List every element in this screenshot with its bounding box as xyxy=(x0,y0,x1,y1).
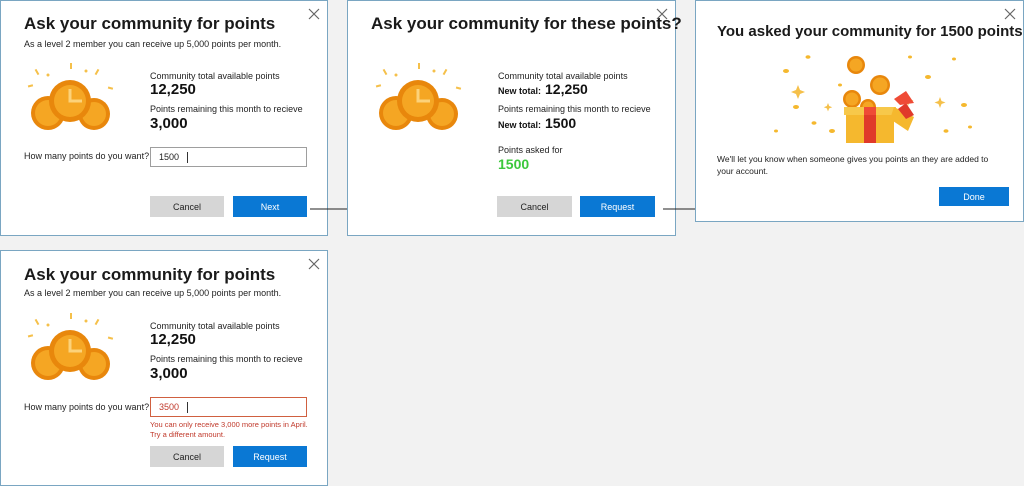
remaining-points-value: 1500 xyxy=(545,115,577,131)
points-input[interactable]: 3500 xyxy=(150,397,307,417)
coins-icon xyxy=(374,63,464,135)
ask-points-error-dialog: Ask your community for points As a level… xyxy=(0,250,328,486)
remaining-points-label: Points remaining this month to recieve xyxy=(498,104,651,114)
new-total-prefix: New total: xyxy=(498,86,542,96)
points-input-value: 1500 xyxy=(159,152,180,162)
ask-points-dialog: Ask your community for points As a level… xyxy=(0,0,328,236)
done-button[interactable]: Done xyxy=(939,187,1009,206)
total-points-value: 12,250 xyxy=(545,81,588,97)
points-asked-value: 1500 xyxy=(498,156,530,172)
dialog-title: Ask your community for points xyxy=(24,14,276,33)
next-button[interactable]: Next xyxy=(233,196,307,217)
request-button[interactable]: Request xyxy=(580,196,655,217)
points-input[interactable]: 1500 xyxy=(150,147,307,167)
points-requested-dialog: You asked your community for 1500 points xyxy=(695,0,1024,222)
dialog-title: Ask your community for these points? xyxy=(371,14,682,33)
request-button[interactable]: Request xyxy=(233,446,307,467)
close-icon[interactable] xyxy=(307,7,321,21)
error-message: You can only receive 3,000 more points i… xyxy=(150,420,308,439)
remaining-points-value: 3,000 xyxy=(150,115,188,132)
confirmation-message: We'll let you know when someone gives yo… xyxy=(717,154,989,176)
text-caret xyxy=(187,401,189,413)
gift-box-icon xyxy=(768,45,978,143)
dialog-title: Ask your community for points xyxy=(24,265,276,284)
total-points-label: Community total available points xyxy=(150,321,280,331)
dialog-subtitle: As a level 2 member you can receive up 5… xyxy=(24,39,282,49)
coins-icon xyxy=(26,313,116,385)
dialog-subtitle: As a level 2 member you can receive up 5… xyxy=(24,288,282,298)
cancel-button[interactable]: Cancel xyxy=(150,446,224,467)
remaining-points-label: Points remaining this month to recieve xyxy=(150,104,303,114)
points-input-value: 3500 xyxy=(159,402,180,412)
close-icon[interactable] xyxy=(307,257,321,271)
points-asked-label: Points asked for xyxy=(498,145,563,155)
total-points-value: 12,250 xyxy=(150,81,196,98)
close-icon[interactable] xyxy=(1003,7,1017,21)
remaining-points-label: Points remaining this month to recieve xyxy=(150,354,303,364)
total-points-value: 12,250 xyxy=(150,331,196,348)
cancel-button[interactable]: Cancel xyxy=(497,196,572,217)
new-total-prefix: New total: xyxy=(498,120,542,130)
total-points-label: Community total available points xyxy=(150,71,280,81)
points-input-label: How many points do you want? xyxy=(24,402,150,412)
points-input-label: How many points do you want? xyxy=(24,151,150,161)
remaining-points-value: 3,000 xyxy=(150,365,188,382)
new-total-row: New total: 12,250 xyxy=(498,81,588,97)
total-points-label: Community total available points xyxy=(498,71,628,81)
cancel-button[interactable]: Cancel xyxy=(150,196,224,217)
text-caret xyxy=(187,151,189,163)
confirm-points-dialog: Ask your community for these points? Com… xyxy=(347,0,682,236)
coins-icon xyxy=(26,63,116,135)
remaining-total-row: New total: 1500 xyxy=(498,115,576,131)
dialog-title: You asked your community for 1500 points xyxy=(717,23,1023,40)
